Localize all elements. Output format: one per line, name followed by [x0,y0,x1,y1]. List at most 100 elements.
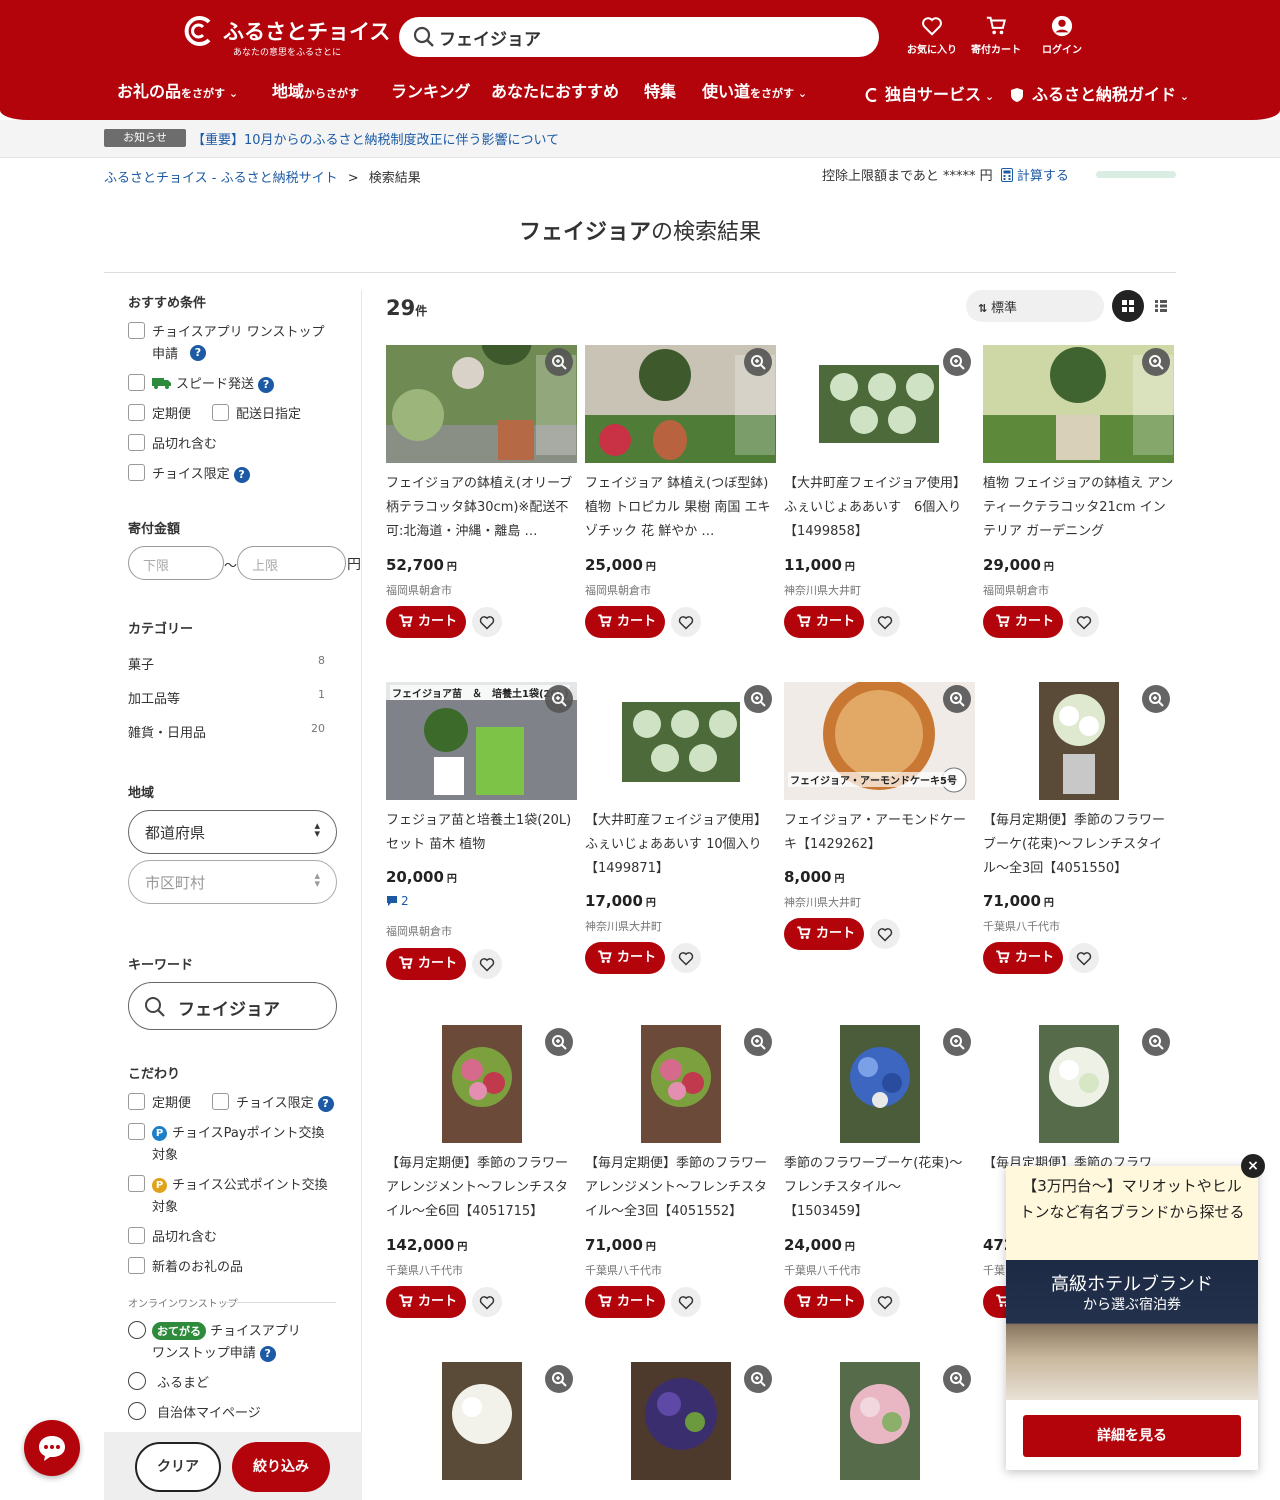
grid-view-button[interactable] [1112,290,1144,322]
zoom-button[interactable] [943,1365,971,1393]
product-image[interactable] [585,1362,776,1480]
favorite-button[interactable] [870,1287,900,1317]
product-image[interactable] [386,1025,577,1143]
notice-link[interactable]: 【重要】10月からのふるさと納税制度改正に伴う影響について [192,129,559,148]
checkbox[interactable] [128,1123,145,1140]
ad-text[interactable]: 【3万円台〜】マリオットやヒルトンなど有名ブランドから探せる [1006,1166,1258,1260]
product-title[interactable]: 【大井町産フェイジョア使用】ふぇいじょああいす 10個入り【1499871】 [585,809,776,884]
zoom-button[interactable] [1142,348,1170,376]
product-image[interactable] [386,345,577,463]
prefecture-select[interactable]: 都道府県 ▴ ▾ [128,810,337,854]
favorite-button[interactable] [671,943,701,973]
amount-max-input[interactable]: 上限 [237,546,346,580]
zoom-button[interactable] [744,348,772,376]
help-icon[interactable]: ? [317,1095,334,1112]
list-view-button[interactable] [1146,290,1176,322]
favorites-link[interactable]: お気に入り [907,15,957,56]
category-item[interactable]: 雑貨・日用品 20 [128,722,325,741]
category-item[interactable]: 菓子 8 [128,654,325,673]
add-to-cart-button[interactable]: カート [585,606,665,638]
product-image[interactable]: フェイジョア苗 ＆ 培養土1袋(20L) [386,682,577,800]
close-icon[interactable]: × [1241,1154,1265,1178]
nav-usage[interactable]: 使い道をさがす ⌄ [702,78,807,102]
favorite-button[interactable] [870,919,900,949]
donation-cart-link[interactable]: 寄付カート [971,15,1021,56]
checkbox[interactable] [212,1093,229,1110]
zoom-button[interactable] [545,685,573,713]
product-image[interactable] [585,1025,776,1143]
search-box[interactable] [399,17,879,57]
checkbox[interactable] [128,434,145,451]
help-icon[interactable]: ? [190,345,206,361]
ad-image[interactable]: 高級ホテルブランド から選ぶ宿泊券 [1006,1260,1258,1400]
checkbox[interactable] [212,404,229,421]
category-item[interactable]: 加工品等 1 [128,688,325,707]
city-select[interactable]: 市区町村 ▴ ▾ [128,860,337,904]
radio-municipal-mypage[interactable] [128,1402,146,1420]
zoom-button[interactable] [744,1365,772,1393]
nav-ranking[interactable]: ランキング [391,78,471,102]
checkbox[interactable] [128,404,145,421]
zoom-button[interactable] [943,685,971,713]
calculate-link[interactable]: 計算する [1017,169,1069,184]
nav-services[interactable]: 独自サービス ⌄ [863,81,994,105]
add-to-cart-button[interactable]: カート [784,606,864,638]
nav-feature[interactable]: 特集 [644,78,676,102]
zoom-button[interactable] [545,348,573,376]
product-title[interactable]: 季節のフラワーブーケ(花束)〜フレンチスタイル〜【1503459】 [784,1152,975,1228]
sort-select[interactable]: ⇅ 標準 [966,290,1104,322]
product-title[interactable]: 【毎月定期便】季節のフラワーアレンジメント〜フレンチスタイル〜全6回【40517… [386,1152,577,1228]
radio-app-onestop[interactable] [128,1321,146,1339]
favorite-button[interactable] [671,607,701,637]
add-to-cart-button[interactable]: カート [386,948,466,980]
add-to-cart-button[interactable]: カート [386,606,466,638]
keyword-input[interactable]: フェイジョア [128,982,337,1030]
product-title[interactable]: 【毎月定期便】季節のフラワーアレンジメント〜フレンチスタイル〜全3回【40515… [585,1152,776,1228]
zoom-button[interactable] [943,348,971,376]
nav-region[interactable]: 地域からさがす [272,78,359,102]
zoom-button[interactable] [744,1028,772,1056]
add-to-cart-button[interactable]: カート [585,942,665,974]
favorite-button[interactable] [870,607,900,637]
add-to-cart-button[interactable]: カート [585,1286,665,1318]
review-count[interactable]: 2 [386,894,409,908]
nav-gifts[interactable]: お礼の品をさがす ⌄ [117,78,238,102]
checkbox[interactable] [128,1093,145,1110]
product-image[interactable] [784,1025,975,1143]
chat-button[interactable] [24,1420,80,1476]
product-title[interactable]: フェイジョア 鉢植え(つぼ型鉢) 植物 トロピカル 果樹 南国 エキゾチック 花… [585,472,776,548]
help-icon[interactable]: ? [259,1345,276,1362]
checkbox[interactable] [128,322,145,339]
product-image[interactable] [386,1362,577,1480]
nav-recommend[interactable]: あなたにおすすめ [491,78,619,102]
product-title[interactable]: フェイジョアの鉢植え(オリーブ柄テラコッタ鉢30cm)※配送不可:北海道・沖縄・… [386,472,577,548]
product-title[interactable]: 【大井町産フェイジョア使用】ふぇいじょああいす 6個入り【1499858】 [784,472,975,548]
product-image[interactable] [784,345,975,463]
product-image[interactable] [983,1025,1174,1143]
amount-min-input[interactable]: 下限 [128,546,224,580]
product-image[interactable] [983,345,1174,463]
product-title[interactable]: フェジョア苗と培養土1袋(20L)セット 苗木 植物 [386,809,577,860]
checkbox[interactable] [128,1175,145,1192]
checkbox[interactable] [128,1257,145,1274]
login-link[interactable]: ログイン [1042,15,1082,56]
favorite-button[interactable] [1069,607,1099,637]
checkbox[interactable] [128,1227,145,1244]
zoom-button[interactable] [545,1365,573,1393]
checkbox[interactable] [128,374,145,391]
favorite-button[interactable] [472,607,502,637]
search-input[interactable] [439,23,859,51]
favorite-button[interactable] [472,949,502,979]
product-image[interactable] [585,345,776,463]
add-to-cart-button[interactable]: カート [784,918,864,950]
add-to-cart-button[interactable]: カート [983,606,1063,638]
nav-guide[interactable]: ふるさと納税ガイド ⌄ [1010,81,1189,105]
product-image[interactable] [983,682,1174,800]
product-title[interactable]: 【毎月定期便】季節のフラワーブーケ(花束)〜フレンチスタイル〜全3回【40515… [983,809,1174,884]
product-image[interactable]: フェイジョア・アーモンドケーキ5号 [784,682,975,800]
product-image[interactable] [784,1362,975,1480]
add-to-cart-button[interactable]: カート [983,942,1063,974]
zoom-button[interactable] [1142,1028,1170,1056]
favorite-button[interactable] [472,1287,502,1317]
breadcrumb-home[interactable]: ふるさとチョイス - ふるさと納税サイト [104,171,338,186]
